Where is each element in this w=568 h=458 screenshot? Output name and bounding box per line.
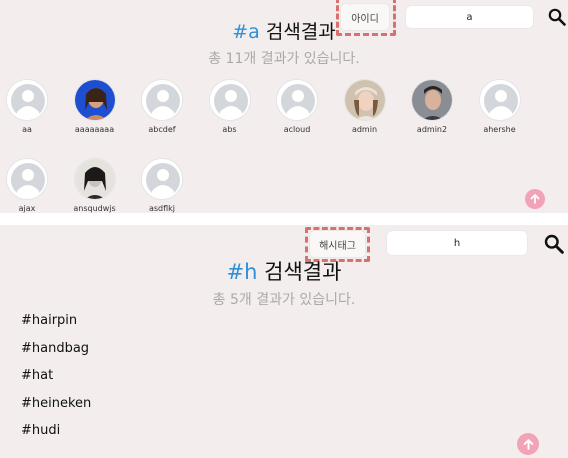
user-item[interactable]: admin <box>334 79 396 134</box>
username[interactable]: abs <box>199 125 261 134</box>
user-item[interactable]: ajax <box>0 158 58 213</box>
search-type-button[interactable]: 해시태그 <box>310 231 365 257</box>
username[interactable]: aaaaaaaa <box>64 125 126 134</box>
avatar[interactable] <box>73 79 116 121</box>
hashtag-item[interactable]: #hairpin <box>21 313 77 328</box>
user-item[interactable]: ahershe <box>469 79 531 134</box>
result-count: 총 11개 결과가 있습니다. <box>208 51 360 67</box>
title-text: 검색결과 <box>264 260 342 284</box>
search-icon[interactable] <box>544 234 564 254</box>
username[interactable]: acloud <box>266 125 328 134</box>
user-item[interactable]: admin2 <box>401 79 463 134</box>
arrow-up-circle-icon <box>523 438 533 450</box>
scroll-top-button[interactable] <box>517 433 539 455</box>
username[interactable]: ahershe <box>469 125 531 134</box>
username[interactable]: admin <box>334 125 396 134</box>
username[interactable]: ajax <box>0 204 58 213</box>
hashtag-item[interactable]: #handbag <box>21 341 89 356</box>
title-search-term: #h <box>226 260 258 284</box>
hashtag-search-results-panel: 해시태그 h #h 검색결과 총 5개 결과가 있습니다. #hairpin #h… <box>0 225 568 458</box>
avatar[interactable] <box>208 79 251 121</box>
scroll-top-button[interactable] <box>525 189 545 209</box>
avatar[interactable] <box>141 158 183 200</box>
arrow-up-circle-icon <box>530 194 540 204</box>
avatar[interactable] <box>6 158 48 200</box>
title-search-term: #a <box>232 21 260 43</box>
username[interactable]: admin2 <box>401 125 463 134</box>
page-title: #h 검색결과 <box>0 256 568 286</box>
result-count: 총 5개 결과가 있습니다. <box>212 292 356 308</box>
hashtag-item[interactable]: #heineken <box>21 396 91 411</box>
avatar[interactable] <box>478 79 521 121</box>
user-item[interactable]: abcdef <box>131 79 193 134</box>
id-search-results-panel: 아이디 a #a 검색결과 총 11개 결과가 있습니다. aa aaaaaaaa… <box>0 0 568 213</box>
avatar[interactable] <box>73 158 116 200</box>
search-input[interactable]: h <box>387 231 527 255</box>
username[interactable]: asdflkj <box>131 204 193 213</box>
user-item[interactable]: ansqudwjs <box>64 158 126 213</box>
avatar[interactable] <box>343 79 386 121</box>
username[interactable]: aa <box>0 125 58 134</box>
user-item[interactable]: aaaaaaaa <box>64 79 126 134</box>
avatar[interactable] <box>276 79 318 121</box>
hashtag-item[interactable]: #hat <box>21 368 53 383</box>
avatar[interactable] <box>141 79 183 121</box>
user-item[interactable]: asdflkj <box>131 158 193 213</box>
avatar[interactable] <box>6 79 48 121</box>
user-item[interactable]: aa <box>0 79 58 134</box>
page-title: #a 검색결과 <box>0 17 568 44</box>
avatar[interactable] <box>411 79 453 121</box>
user-item[interactable]: acloud <box>266 79 328 134</box>
hashtag-item[interactable]: #hudi <box>21 423 60 438</box>
username[interactable]: abcdef <box>131 125 193 134</box>
title-text: 검색결과 <box>265 21 336 43</box>
user-item[interactable]: abs <box>199 79 261 134</box>
username[interactable]: ansqudwjs <box>64 204 126 213</box>
